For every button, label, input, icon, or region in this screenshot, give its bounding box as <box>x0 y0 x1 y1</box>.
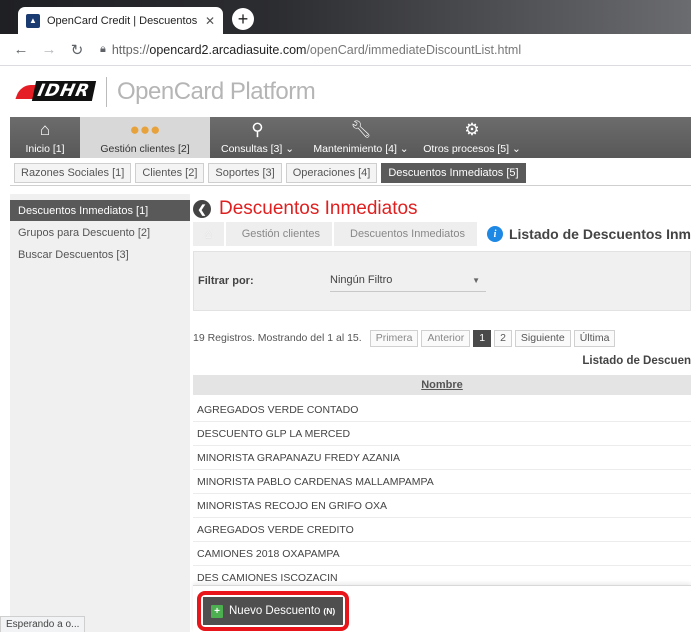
nav-label: Gestión clientes [2] <box>100 143 190 155</box>
sidebar-item-grupos-descuento[interactable]: Grupos para Descuento [2] <box>10 223 190 243</box>
sidebar-item-buscar-descuentos[interactable]: Buscar Descuentos [3] <box>10 245 190 265</box>
main-content: ❮ Descuentos Inmediatos ⌂ Gestión client… <box>193 194 691 632</box>
page-heading: ❮ Descuentos Inmediatos <box>193 198 418 220</box>
table-row[interactable]: DESCUENTO GLP LA MERCED <box>193 422 691 446</box>
nav-label: Otros procesos [5] ⌄ <box>423 143 521 155</box>
tab-close-icon[interactable]: ✕ <box>205 14 215 28</box>
breadcrumb-descuentos-inmediatos[interactable]: Descuentos Inmediatos <box>334 222 477 246</box>
pager-prev-button[interactable]: Anterior <box>421 329 471 347</box>
header-divider <box>106 77 107 107</box>
filter-select[interactable]: Ningún Filtro ▼ <box>330 268 486 292</box>
filter-panel: Filtrar por: Ningún Filtro ▼ <box>193 251 691 311</box>
tab-operaciones[interactable]: Operaciones [4] <box>285 162 378 183</box>
platform-title: OpenCard Platform <box>117 78 316 105</box>
sidebar-item-descuentos-inmediatos[interactable]: Descuentos Inmediatos [1] <box>10 200 190 221</box>
tab-title: OpenCard Credit | Descuentos In <box>47 14 201 27</box>
tab-soportes[interactable]: Soportes [3] <box>208 162 282 183</box>
tab-descuentos-inmediatos[interactable]: Descuentos Inmediatos [5] <box>381 162 526 183</box>
sub-nav: Razones Sociales [1] Clientes [2] Soport… <box>10 160 691 186</box>
address-bar: ← → ↻ 🔒︎ https://opencard2.arcadiasuite.… <box>0 34 691 66</box>
column-header-label: Nombre <box>421 379 463 391</box>
tab-razones-sociales[interactable]: Razones Sociales [1] <box>14 162 132 183</box>
wrench-icon: 🔧︎ <box>350 120 372 139</box>
site-favicon-icon: ▲ <box>26 13 40 28</box>
filter-label: Filtrar por: <box>198 275 254 287</box>
url-host: opencard2.arcadiasuite.com <box>149 42 307 57</box>
forward-arrow-icon[interactable]: → <box>38 41 60 58</box>
pager-next-button[interactable]: Siguiente <box>514 329 571 347</box>
logo-text: IDHR <box>31 81 96 101</box>
nav-label: Inicio [1] <box>25 143 65 155</box>
breadcrumb: ⌂ Gestión clientes Descuentos Inmediatos… <box>193 222 691 246</box>
new-discount-button[interactable]: + Nuevo Descuento (N) <box>203 597 343 625</box>
table-row[interactable]: MINORISTA PABLO CARDENAS MALLAMPAMPA <box>193 470 691 494</box>
browser-status-bar: Esperando a o... <box>0 616 86 632</box>
breadcrumb-home-icon[interactable]: ⌂ <box>193 222 224 246</box>
add-document-icon: + <box>211 604 223 618</box>
pager-last-button[interactable]: Última <box>573 329 616 347</box>
back-chevron-icon[interactable]: ❮ <box>193 200 211 218</box>
table-row[interactable]: MINORISTA GRAPANAZU FREDY AZANIA <box>193 446 691 470</box>
nav-otros-procesos[interactable]: ⚙ Otros procesos [5] ⌄ <box>417 117 527 158</box>
home-icon: ⌂ <box>39 120 51 139</box>
table-row[interactable]: AGREGADOS VERDE CONTADO <box>193 398 691 422</box>
shortcut-hint: (N) <box>323 606 336 616</box>
nav-consultas[interactable]: ⚲ Consultas [3] ⌄ <box>210 117 305 158</box>
url-path: /openCard/immediateDiscountList.html <box>306 42 522 57</box>
brand-logo[interactable]: IDHR <box>15 79 96 105</box>
breadcrumb-gestion-clientes[interactable]: Gestión clientes <box>225 222 332 246</box>
pagination: 19 Registros. Mostrando del 1 al 15. Pri… <box>193 329 616 347</box>
info-icon: i <box>486 226 503 242</box>
pager-page-1[interactable]: 1 <box>473 329 492 347</box>
sidebar: Descuentos Inmediatos [1] Grupos para De… <box>10 194 190 632</box>
url-protocol: https:// <box>111 42 150 57</box>
pager-first-button[interactable]: Primera <box>369 329 419 347</box>
gear-icon: ⚙ <box>464 120 480 139</box>
nav-mantenimiento[interactable]: 🔧︎ Mantenimiento [4] ⌄ <box>305 117 417 158</box>
page-title: Descuentos Inmediatos <box>219 198 418 219</box>
users-icon: ●●● <box>129 120 161 139</box>
table-rows: AGREGADOS VERDE CONTADO DESCUENTO GLP LA… <box>193 398 691 590</box>
breadcrumb-current: i Listado de Descuentos Inm <box>477 226 691 242</box>
nav-label: Consultas [3] ⌄ <box>221 143 294 155</box>
dropdown-caret-icon: ▼ <box>472 276 480 285</box>
browser-tabbar: ▲ OpenCard Credit | Descuentos In ✕ + <box>0 0 691 34</box>
app-header: IDHR OpenCard Platform <box>0 67 691 117</box>
column-header-nombre[interactable]: Nombre <box>193 375 691 395</box>
table-row[interactable]: MINORISTAS RECOJO EN GRIFO OXA <box>193 494 691 518</box>
records-summary: 19 Registros. Mostrando del 1 al 15. <box>193 332 362 344</box>
main-nav: ⌂ Inicio [1] ●●● Gestión clientes [2] ⚲ … <box>10 117 691 158</box>
back-arrow-icon[interactable]: ← <box>10 41 32 58</box>
tab-clientes[interactable]: Clientes [2] <box>135 162 205 183</box>
new-tab-button[interactable]: + <box>232 8 254 30</box>
browser-tab[interactable]: ▲ OpenCard Credit | Descuentos In ✕ <box>18 7 223 34</box>
url-field[interactable]: 🔒︎ https://opencard2.arcadiasuite.com/op… <box>100 43 521 57</box>
nav-inicio[interactable]: ⌂ Inicio [1] <box>10 117 80 158</box>
breadcrumb-current-label: Listado de Descuentos Inm <box>508 226 691 242</box>
table-row[interactable]: CAMIONES 2018 OXAPAMPA <box>193 542 691 566</box>
table-row[interactable]: AGREGADOS VERDE CREDITO <box>193 518 691 542</box>
footer-action-bar: + Nuevo Descuento (N) <box>193 585 691 632</box>
nav-gestion-clientes[interactable]: ●●● Gestión clientes [2] <box>80 117 210 158</box>
nav-label: Mantenimiento [4] ⌄ <box>313 143 409 155</box>
table-caption: Listado de Descuen <box>582 355 691 367</box>
filter-selected-value: Ningún Filtro <box>330 273 393 286</box>
new-discount-label: Nuevo Descuento <box>229 605 321 617</box>
lock-icon: 🔒︎ <box>100 43 106 55</box>
pager-page-2[interactable]: 2 <box>494 329 512 347</box>
query-icon: ⚲ <box>251 120 264 139</box>
reload-icon[interactable]: ↻ <box>66 41 88 59</box>
